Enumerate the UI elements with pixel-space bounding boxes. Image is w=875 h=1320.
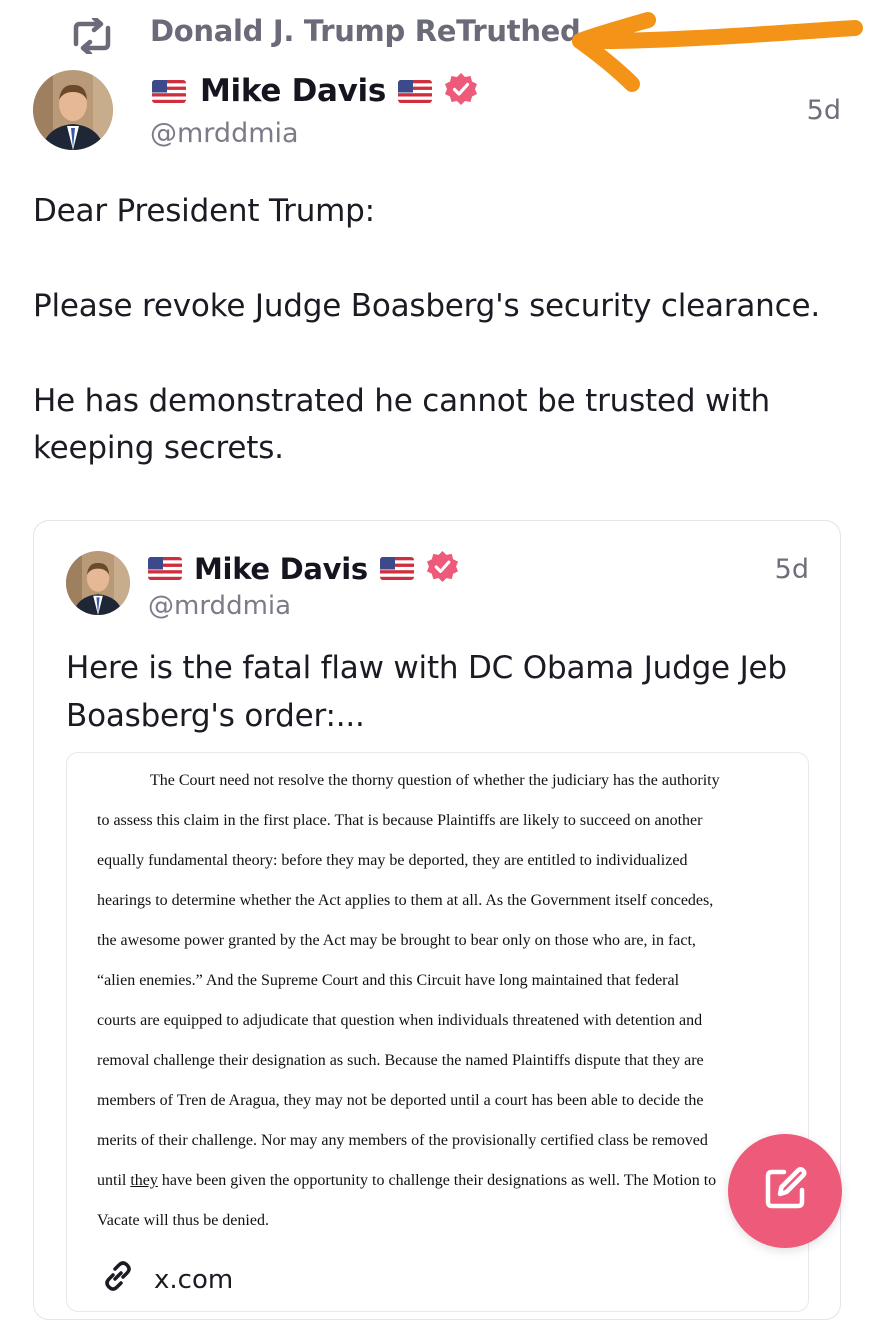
us-flag-icon [398, 79, 433, 103]
document-line: merits of their challenge. Nor may any m… [97, 1132, 708, 1149]
author-display-name[interactable]: Mike Davis [200, 73, 386, 109]
post-paragraph: Please revoke Judge Boasberg's security … [33, 288, 820, 324]
document-line: members of Tren de Aragua, they may not … [97, 1092, 704, 1109]
quoted-post-text: Here is the fatal flaw with DC Obama Jud… [66, 650, 787, 734]
us-flag-icon [379, 557, 414, 580]
retruth-icon [70, 15, 114, 57]
document-line: until they have been given the opportuni… [97, 1170, 797, 1210]
compose-icon [760, 1164, 810, 1218]
quoted-author-display-name[interactable]: Mike Davis [194, 552, 368, 586]
author-handle[interactable]: @mrddmia [150, 118, 299, 149]
document-word: until [97, 1172, 127, 1189]
document-line: equally fundamental theory: before they … [97, 852, 688, 869]
post-paragraph: Dear President Trump: [33, 193, 375, 229]
document-line: Vacate will thus be denied. [97, 1212, 269, 1229]
quoted-author-handle[interactable]: @mrddmia [148, 591, 291, 621]
document-line: The Court need not resolve the thorny qu… [150, 772, 720, 789]
avatar[interactable] [33, 70, 113, 150]
document-line: removal challenge their designation as s… [97, 1052, 704, 1069]
document-line: hearings to determine whether the Act ap… [97, 892, 714, 909]
post-timestamp[interactable]: 5d [807, 95, 841, 126]
document-image[interactable]: The Court need not resolve the thorny qu… [66, 752, 809, 1312]
document-line: the awesome power granted by the Act may… [97, 932, 696, 949]
author-name-row[interactable]: Mike Davis [152, 72, 478, 110]
document-line: “alien enemies.” And the Supreme Court a… [97, 972, 680, 989]
document-line: to assess this claim in the first place.… [97, 812, 703, 829]
quoted-author-name-row[interactable]: Mike Davis [148, 550, 459, 587]
verified-badge-icon [444, 72, 478, 110]
annotation-arrow [560, 8, 865, 98]
document-line: courts are equipped to adjudicate that q… [97, 1012, 703, 1029]
retruth-label[interactable]: Donald J. Trump ReTruthed [150, 14, 581, 48]
document-word: have been given the opportunity to chall… [161, 1172, 717, 1189]
us-flag-icon [152, 79, 186, 103]
quoted-post-timestamp[interactable]: 5d [775, 554, 809, 585]
avatar[interactable] [66, 551, 130, 615]
us-flag-icon [148, 557, 182, 580]
document-underlined-word: they [130, 1172, 158, 1189]
compose-button[interactable] [728, 1134, 842, 1248]
verified-badge-icon [426, 550, 459, 587]
post-paragraph: He has demonstrated he cannot be trusted… [33, 383, 770, 466]
